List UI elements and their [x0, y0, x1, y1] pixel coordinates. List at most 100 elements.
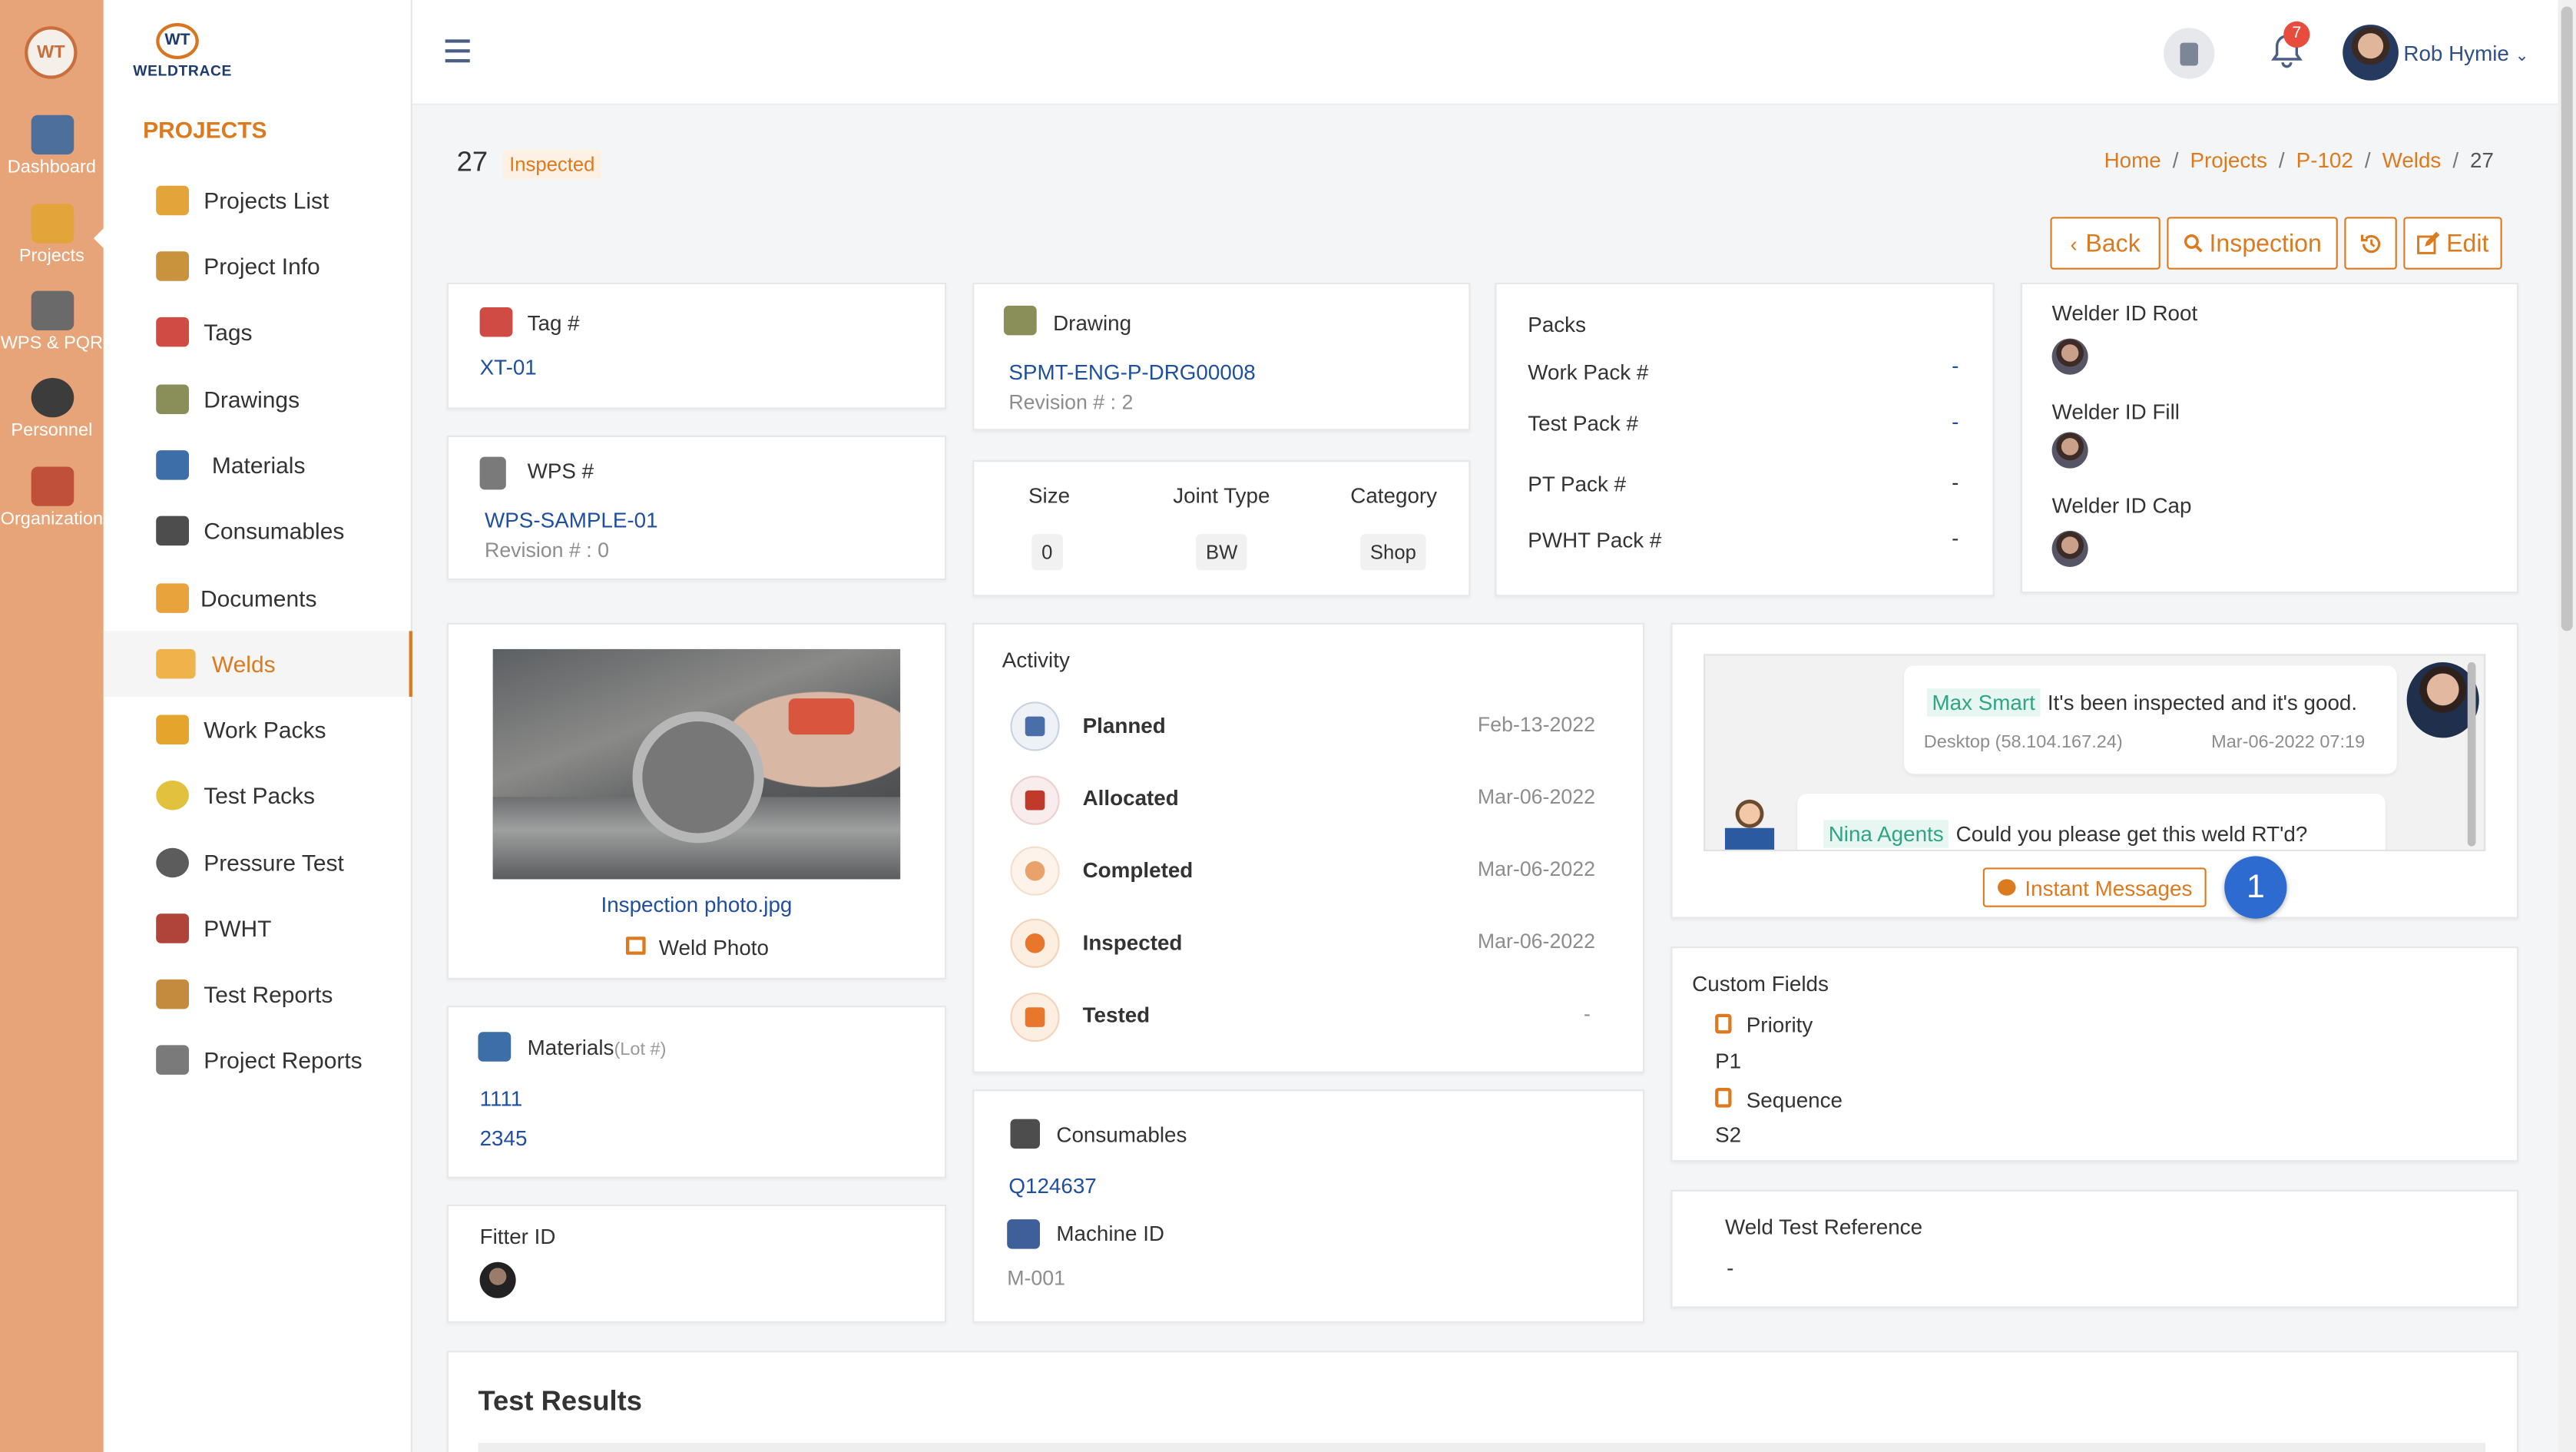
priority-value: P1: [1715, 1048, 1742, 1073]
edit-label: Edit: [2446, 229, 2489, 257]
welder-root-avatar[interactable]: [2051, 338, 2088, 375]
pt-pack-value: -: [1952, 469, 1959, 495]
page-scrollbar[interactable]: [2558, 0, 2576, 1452]
breadcrumb-projects[interactable]: Projects: [2190, 148, 2266, 173]
rail-item-label: Personnel: [11, 420, 93, 441]
test-results-card: [446, 1351, 2519, 1452]
menu-item-label: Project Info: [204, 253, 320, 280]
activity-title: Activity: [1002, 647, 1070, 672]
user-avatar[interactable]: [2343, 25, 2399, 81]
tag-value-link[interactable]: XT-01: [480, 355, 537, 380]
menu-item-project-info[interactable]: Project Info: [104, 234, 412, 300]
chat-bubble-icon: [1997, 879, 2015, 896]
menu-item-tags[interactable]: Tags: [104, 299, 412, 365]
fitter-card: [446, 1204, 947, 1323]
projects-menu: WT WELDTRACE PROJECTS Projects List Proj…: [103, 0, 412, 1452]
rail-item-dashboard[interactable]: Dashboard: [0, 114, 104, 177]
user-menu[interactable]: Rob Hymie ⌄: [2403, 41, 2528, 65]
breadcrumb-welds[interactable]: Welds: [2382, 148, 2442, 173]
menu-item-projects-list[interactable]: Projects List: [104, 167, 412, 234]
book-icon[interactable]: [2164, 28, 2215, 79]
priority-label: Priority: [1746, 1012, 1813, 1037]
rail-item-organization[interactable]: Organization: [0, 466, 104, 529]
edit-button[interactable]: Edit: [2403, 217, 2502, 270]
activity-tested-date: -: [1583, 1002, 1591, 1026]
menu-item-work-packs[interactable]: Work Packs: [104, 697, 412, 763]
pt-pack-label: PT Pack #: [1528, 471, 1627, 496]
inspection-button[interactable]: Inspection: [2167, 217, 2338, 270]
hamburger-icon[interactable]: [445, 39, 470, 63]
drawing-value-link[interactable]: SPMT-ENG-P-DRG00008: [1008, 360, 1255, 384]
menu-item-pressure-test[interactable]: Pressure Test: [104, 830, 412, 896]
materials-sublabel: (Lot #): [614, 1039, 667, 1060]
columns-icon: [1715, 1088, 1732, 1108]
menu-item-pwht[interactable]: PWHT: [104, 896, 412, 962]
photo-filename-link[interactable]: Inspection photo.jpg: [447, 892, 946, 917]
rail-item-label: Organization: [0, 509, 104, 529]
breadcrumb-project[interactable]: P-102: [2296, 148, 2353, 173]
history-icon: [2359, 234, 2380, 253]
calendar-icon: [1010, 701, 1060, 751]
report-icon: [156, 979, 189, 1009]
app-logo-text: WT: [36, 42, 65, 63]
rail-item-projects[interactable]: Projects: [0, 204, 105, 267]
check-circle-icon: [1010, 846, 1060, 896]
welder-fill-avatar[interactable]: [2051, 432, 2088, 469]
step-number-badge: 1: [2224, 856, 2287, 919]
menu-item-label: Materials: [211, 452, 306, 479]
wps-label: WPS #: [527, 458, 594, 483]
activity-allocated-label: Allocated: [1082, 785, 1179, 811]
sequence-label: Sequence: [1746, 1088, 1843, 1113]
materials-icon: [156, 450, 189, 480]
menu-item-consumables[interactable]: Consumables: [104, 498, 412, 564]
menu-item-test-packs[interactable]: Test Packs: [104, 762, 412, 828]
menu-item-materials[interactable]: Materials: [104, 433, 412, 499]
user-name: Rob Hymie: [2403, 41, 2509, 66]
breadcrumb-separator: /: [2364, 148, 2371, 173]
activity-planned-label: Planned: [1082, 713, 1166, 738]
materials-label: Materials: [527, 1035, 614, 1060]
app-logo[interactable]: WT: [25, 26, 78, 79]
history-button[interactable]: [2344, 217, 2397, 270]
menu-item-drawings[interactable]: Drawings: [104, 366, 412, 433]
joint-type-value: BW: [1196, 534, 1248, 571]
weld-spark-icon: [156, 648, 196, 679]
welder-cap-label: Welder ID Cap: [2051, 492, 2192, 518]
work-pack-value[interactable]: -: [1952, 353, 1958, 378]
weld-photo-image[interactable]: [492, 648, 901, 880]
menu-item-project-reports[interactable]: Project Reports: [104, 1027, 412, 1093]
breadcrumb-separator: /: [2452, 148, 2459, 173]
breadcrumb-home[interactable]: Home: [2104, 148, 2161, 173]
breadcrumb: Home / Projects / P-102 / Welds / 27: [2104, 148, 2494, 173]
nina-agents-avatar[interactable]: [1724, 797, 1775, 850]
instant-messages-button[interactable]: Instant Messages: [1982, 867, 2207, 907]
menu-item-welds[interactable]: Welds: [103, 631, 412, 697]
activity-allocated-date: Mar-06-2022: [1477, 785, 1595, 809]
menu-item-test-reports[interactable]: Test Reports: [104, 961, 412, 1027]
back-button[interactable]: ‹ Back: [2050, 217, 2160, 270]
message-author[interactable]: Max Smart: [1927, 688, 2041, 717]
material-lot-link[interactable]: 2345: [480, 1125, 528, 1150]
weld-test-reference-value: -: [1727, 1255, 1734, 1281]
activity-tested-label: Tested: [1082, 1002, 1151, 1027]
fitter-avatar[interactable]: [479, 1261, 516, 1298]
welder-cap-avatar[interactable]: [2051, 530, 2088, 567]
spool-icon: [156, 515, 189, 546]
notification-count-badge: 7: [2283, 21, 2310, 48]
machine-id-label: Machine ID: [1056, 1221, 1165, 1246]
consumable-link[interactable]: Q124637: [1008, 1173, 1096, 1198]
chat-panel[interactable]: Max Smart It's been inspected and it's g…: [1704, 654, 2486, 852]
test-pack-value[interactable]: -: [1952, 409, 1958, 434]
menu-item-documents[interactable]: Documents: [104, 565, 412, 632]
activity-card: [972, 622, 1645, 1073]
chat-scrollbar[interactable]: [2467, 662, 2476, 847]
wps-value-link[interactable]: WPS-SAMPLE-01: [485, 508, 658, 532]
joint-card: [972, 459, 1471, 597]
columns-icon: [1715, 1013, 1732, 1034]
material-lot-link[interactable]: 1111: [480, 1086, 523, 1111]
joint-type-label: Joint Type: [1173, 482, 1270, 508]
top-bar: 7 Rob Hymie ⌄: [412, 0, 2558, 105]
rail-item-wps-pqr[interactable]: WPS & PQR: [0, 290, 104, 353]
message-author[interactable]: Nina Agents: [1823, 820, 1949, 848]
rail-item-personnel[interactable]: Personnel: [0, 377, 104, 441]
